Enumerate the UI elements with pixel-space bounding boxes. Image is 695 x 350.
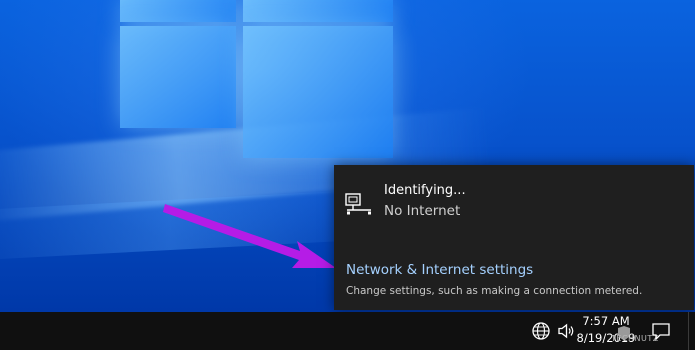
windows-logo-pane-top-left <box>120 0 236 22</box>
show-desktop-button[interactable] <box>688 312 695 350</box>
windows-logo-pane-top-right <box>243 0 393 22</box>
taskbar: 7:57 AM 8/19/2019 TECHNUTZ <box>0 312 695 350</box>
windows-logo-pane-bottom-right <box>243 26 393 158</box>
network-status: No Internet <box>384 203 461 219</box>
network-name: Identifying... <box>384 183 466 198</box>
network-connection-item[interactable]: Identifying... No Internet <box>334 165 694 235</box>
network-flyout: Identifying... No Internet Network & Int… <box>334 165 694 310</box>
network-settings-description: Change settings, such as making a connec… <box>346 285 643 297</box>
ethernet-network-icon <box>345 193 371 215</box>
speaker-icon[interactable] <box>556 321 576 341</box>
windows-logo-pane-bottom-left <box>120 26 236 128</box>
action-center-icon[interactable] <box>650 320 672 342</box>
network-internet-settings-link[interactable]: Network & Internet settings <box>346 262 533 278</box>
globe-network-icon[interactable] <box>531 321 551 341</box>
